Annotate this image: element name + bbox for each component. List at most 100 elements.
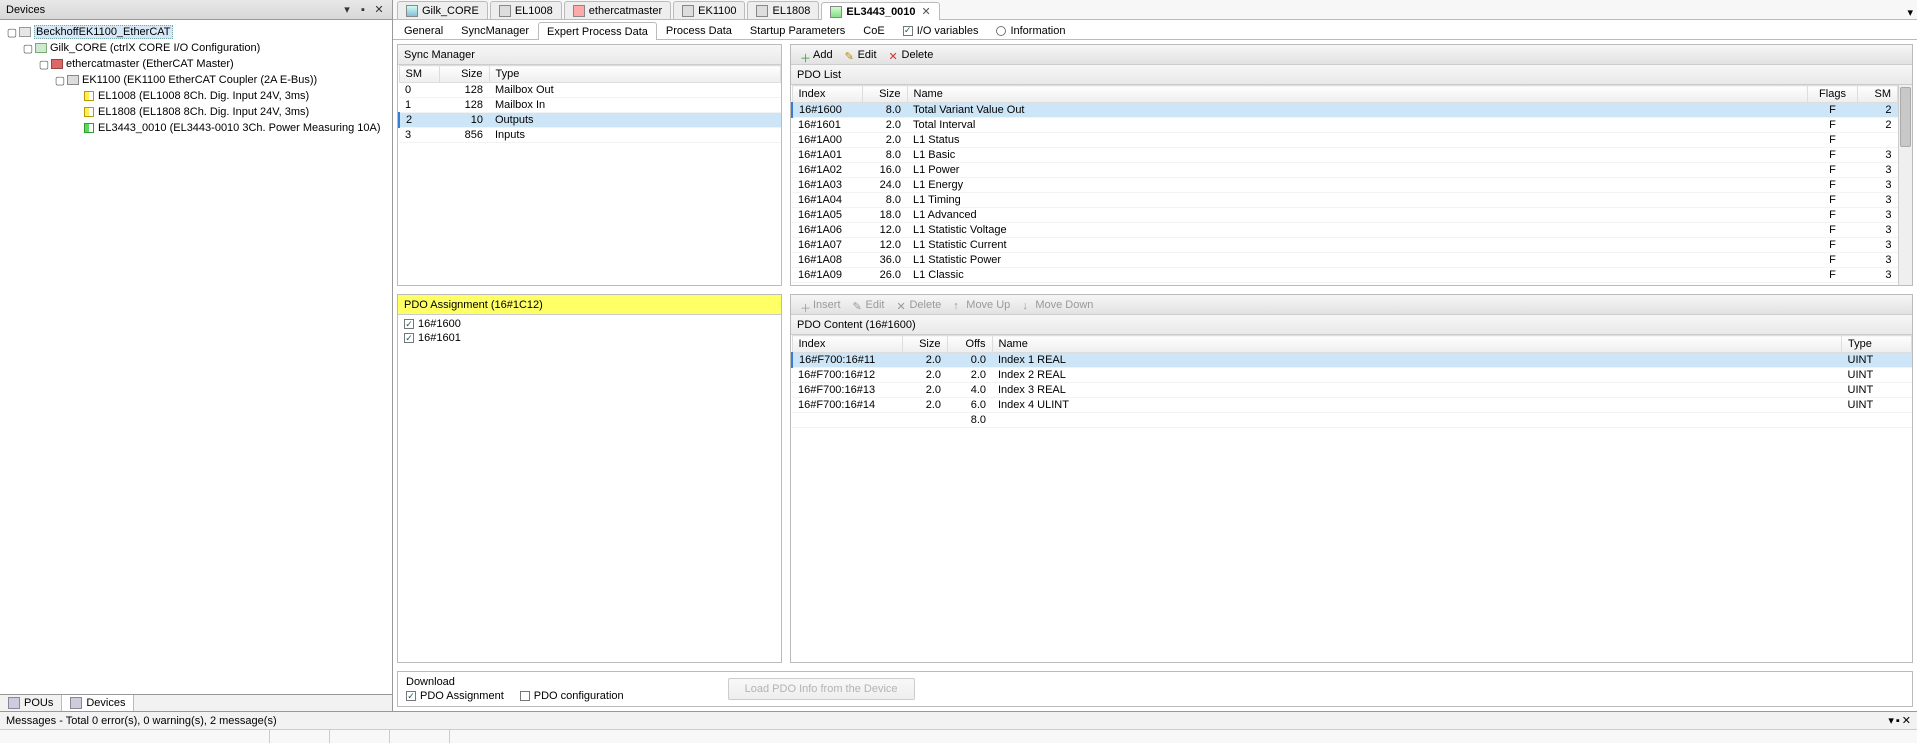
table-row[interactable]: 16#16008.0Total Variant Value OutF2 xyxy=(792,103,1898,118)
dropdown-icon[interactable]: ▾ xyxy=(1907,6,1913,19)
tree-slave[interactable]: EL1008 (EL1008 8Ch. Dig. Input 24V, 3ms) xyxy=(98,90,309,102)
tab-io-variables[interactable]: ✓I/O variables xyxy=(894,21,988,39)
checkbox-icon: ✓ xyxy=(903,26,913,36)
panel-close-icon[interactable]: ✕ xyxy=(372,3,386,17)
panel-dropdown-icon[interactable]: ▾ xyxy=(340,3,354,17)
scrollbar[interactable] xyxy=(1898,85,1912,285)
pdo-list-table[interactable]: Index Size Name Flags SM 16#16008.0Total… xyxy=(791,85,1898,285)
pdo-list-pane: ＋Add ✎Edit ✕Delete PDO List Index Size N… xyxy=(790,44,1913,286)
pdo-assignment-list[interactable]: ✓16#1600 ✓16#1601 xyxy=(398,315,781,662)
delete-button[interactable]: ✕Delete xyxy=(891,298,946,312)
pdo-content-table[interactable]: Index Size Offs Name Type 16#F700:16#112… xyxy=(791,335,1912,662)
table-row[interactable]: 16#1A018.0L1 BasicF3 xyxy=(792,148,1898,163)
delete-button[interactable]: ✕Delete xyxy=(884,48,939,62)
movedown-button[interactable]: ↓Move Down xyxy=(1017,298,1098,312)
col-sm[interactable]: SM xyxy=(399,66,439,83)
messages-text: Messages - Total 0 error(s), 0 warning(s… xyxy=(6,715,277,727)
table-row[interactable]: 16#F700:16#122.02.0Index 2 REALUINT xyxy=(792,368,1912,383)
table-row[interactable]: 210Outputs xyxy=(399,113,781,128)
table-row[interactable]: 16#F700:16#112.00.0Index 1 REALUINT xyxy=(792,353,1912,368)
download-label: Download xyxy=(406,676,624,688)
pdo-assign-item[interactable]: ✓16#1600 xyxy=(402,317,777,331)
panel-pin-icon[interactable]: ▪ xyxy=(356,3,370,17)
table-row[interactable]: 16#1A0836.0L1 Statistic PowerF3 xyxy=(792,253,1898,268)
col-index[interactable]: Index xyxy=(792,336,902,353)
panel-close-icon[interactable]: ✕ xyxy=(1902,714,1911,727)
tree-collapse-icon[interactable]: ▢ xyxy=(22,42,34,55)
add-button[interactable]: ＋Add xyxy=(795,48,838,62)
tree-collapse-icon[interactable]: ▢ xyxy=(38,58,50,71)
panel-pin-icon[interactable]: ▪ xyxy=(1896,715,1900,727)
pdo-assignment-pane: PDO Assignment (16#1C12) ✓16#1600 ✓16#16… xyxy=(397,294,782,663)
messages-bar[interactable]: Messages - Total 0 error(s), 0 warning(s… xyxy=(0,711,1917,729)
table-row[interactable]: 0128Mailbox Out xyxy=(399,83,781,98)
tree-slave[interactable]: EL1808 (EL1808 8Ch. Dig. Input 24V, 3ms) xyxy=(98,106,309,118)
table-row[interactable]: 3856Inputs xyxy=(399,128,781,143)
close-icon[interactable]: ✕ xyxy=(922,5,931,18)
table-row[interactable]: 16#1A0324.0L1 EnergyF3 xyxy=(792,178,1898,193)
col-flags[interactable]: Flags xyxy=(1808,86,1858,103)
col-name[interactable]: Name xyxy=(907,86,1808,103)
col-name[interactable]: Name xyxy=(992,336,1842,353)
col-size[interactable]: Size xyxy=(439,66,489,83)
tree-root[interactable]: BeckhoffEK1100_EtherCAT xyxy=(34,25,173,39)
tree-master[interactable]: ethercatmaster (EtherCAT Master) xyxy=(66,58,234,70)
tree-gilk[interactable]: Gilk_CORE (ctrlX CORE I/O Configuration) xyxy=(50,42,260,54)
tab-information[interactable]: Information xyxy=(987,21,1074,39)
tree-slave[interactable]: EL3443_0010 (EL3443-0010 3Ch. Power Meas… xyxy=(98,122,381,134)
sync-manager-table[interactable]: SM Size Type 0128Mailbox Out1128Mailbox … xyxy=(398,65,781,285)
tab-coe[interactable]: CoE xyxy=(854,21,893,39)
table-row[interactable]: 16#1A0216.0L1 PowerF3 xyxy=(792,163,1898,178)
col-sm[interactable]: SM xyxy=(1858,86,1898,103)
col-index[interactable]: Index xyxy=(792,86,862,103)
insert-button[interactable]: ＋Insert xyxy=(795,298,846,312)
col-offs[interactable]: Offs xyxy=(947,336,992,353)
tab-startup-params[interactable]: Startup Parameters xyxy=(741,21,854,39)
pdo-content-title: PDO Content (16#1600) xyxy=(791,315,1912,335)
status-bar xyxy=(0,729,1917,743)
tab-general[interactable]: General xyxy=(395,21,452,39)
tab-syncmanager[interactable]: SyncManager xyxy=(452,21,538,39)
table-row[interactable]: 1128Mailbox In xyxy=(399,98,781,113)
edit-button[interactable]: ✎Edit xyxy=(840,48,882,62)
tab-process-data[interactable]: Process Data xyxy=(657,21,741,39)
tab-pous[interactable]: POUs xyxy=(0,695,62,711)
table-row[interactable]: 16#F700:16#142.06.0Index 4 ULINTUINT xyxy=(792,398,1912,413)
doc-tab-ek1100[interactable]: EK1100 xyxy=(673,1,745,19)
doc-tab-el3443[interactable]: EL3443_0010✕ xyxy=(821,2,939,20)
moveup-button[interactable]: ↑Move Up xyxy=(948,298,1015,312)
checkbox-icon[interactable]: ✓ xyxy=(404,319,414,329)
doc-tab-master[interactable]: ethercatmaster xyxy=(564,1,671,19)
doc-tab-el1808[interactable]: EL1808 xyxy=(747,1,819,19)
col-type[interactable]: Type xyxy=(1842,336,1912,353)
doc-tab-gilk[interactable]: Gilk_CORE xyxy=(397,1,488,19)
edit-button[interactable]: ✎Edit xyxy=(848,298,890,312)
panel-dropdown-icon[interactable]: ▾ xyxy=(1888,714,1894,727)
table-row[interactable]: 16#1A0712.0L1 Statistic CurrentF3 xyxy=(792,238,1898,253)
table-row[interactable]: 16#F700:16#132.04.0Index 3 REALUINT xyxy=(792,383,1912,398)
table-row[interactable]: 16#16012.0Total IntervalF2 xyxy=(792,118,1898,133)
doc-tab-el1008[interactable]: EL1008 xyxy=(490,1,562,19)
table-row[interactable]: 16#1A0612.0L1 Statistic VoltageF3 xyxy=(792,223,1898,238)
col-size[interactable]: Size xyxy=(862,86,907,103)
pdo-list-toolbar: ＋Add ✎Edit ✕Delete xyxy=(791,45,1912,65)
devices-tree[interactable]: ▢BeckhoffEK1100_EtherCAT ▢Gilk_CORE (ctr… xyxy=(0,20,392,694)
left-bottom-tabs: POUs Devices xyxy=(0,694,392,711)
table-row[interactable]: 16#1A0518.0L1 AdvancedF3 xyxy=(792,208,1898,223)
tab-expert-process-data[interactable]: Expert Process Data xyxy=(538,22,657,40)
tree-collapse-icon[interactable]: ▢ xyxy=(6,26,18,39)
chk-pdo-configuration[interactable]: PDO configuration xyxy=(520,690,624,702)
col-type[interactable]: Type xyxy=(489,66,781,83)
col-size[interactable]: Size xyxy=(902,336,947,353)
table-row[interactable]: 16#1A0926.0L1 ClassicF3 xyxy=(792,268,1898,283)
chk-pdo-assignment[interactable]: ✓PDO Assignment xyxy=(406,690,504,702)
checkbox-icon[interactable]: ✓ xyxy=(404,333,414,343)
tree-coupler[interactable]: EK1100 (EK1100 EtherCAT Coupler (2A E-Bu… xyxy=(82,74,317,86)
table-row[interactable]: 16#1A048.0L1 TimingF3 xyxy=(792,193,1898,208)
tab-devices[interactable]: Devices xyxy=(62,695,134,711)
tree-collapse-icon[interactable]: ▢ xyxy=(54,74,66,87)
table-row[interactable]: 16#1A002.0L1 StatusF xyxy=(792,133,1898,148)
table-row[interactable]: 8.0 xyxy=(792,413,1912,428)
pdo-assign-item[interactable]: ✓16#1601 xyxy=(402,331,777,345)
sync-manager-pane: Sync Manager SM Size Type 0128Mailbox Ou… xyxy=(397,44,782,286)
